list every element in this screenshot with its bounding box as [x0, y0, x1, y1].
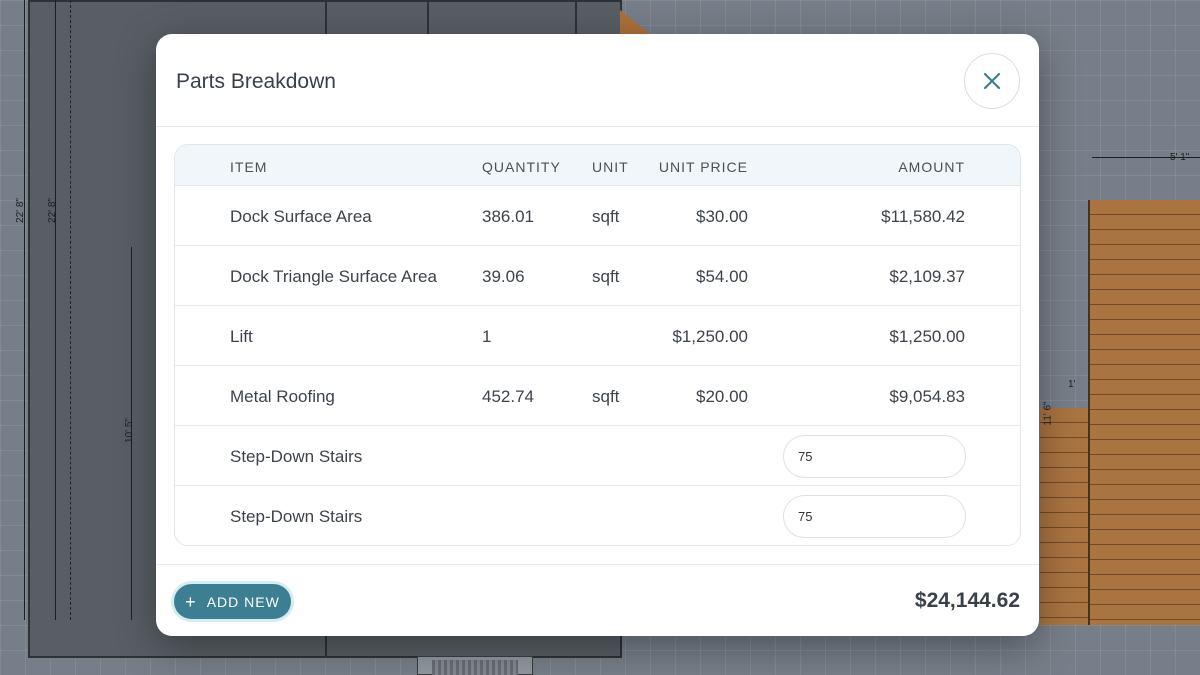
column-header-unit-price: UNIT PRICE	[658, 159, 748, 175]
amount: $2,109.37	[889, 267, 965, 286]
unit-price: $30.00	[696, 207, 748, 226]
item-name: Dock Triangle Surface Area	[230, 267, 437, 286]
table-row[interactable]: Step-Down Stairs	[175, 426, 1020, 486]
modal-footer: + ADD NEW $24,144.62	[156, 564, 1039, 636]
table-row[interactable]: Dock Surface Area 386.01 sqft $30.00 $11…	[175, 186, 1020, 246]
amount-input[interactable]	[783, 435, 966, 478]
item-name: Step-Down Stairs	[230, 507, 363, 526]
table-row[interactable]: Lift 1 $1,250.00 $1,250.00	[175, 306, 1020, 366]
plus-icon: +	[185, 591, 197, 612]
item-name: Metal Roofing	[230, 387, 335, 406]
unit-price: $20.00	[696, 387, 748, 406]
amount-input[interactable]	[783, 495, 966, 538]
total-amount: $24,144.62	[914, 589, 1020, 612]
modal-title: Parts Breakdown	[176, 70, 336, 93]
unit: sqft	[592, 207, 620, 226]
table-row[interactable]: Dock Triangle Surface Area 39.06 sqft $5…	[175, 246, 1020, 306]
quantity: 452.74	[482, 387, 534, 406]
column-header-amount: AMOUNT	[898, 159, 965, 175]
unit-price: $54.00	[696, 267, 748, 286]
item-name: Step-Down Stairs	[230, 447, 363, 466]
table-row[interactable]: Step-Down Stairs	[175, 486, 1020, 545]
column-header-item: ITEM	[230, 159, 268, 175]
quantity: 39.06	[482, 267, 525, 286]
column-header-quantity: QUANTITY	[482, 159, 561, 175]
table-row[interactable]: Metal Roofing 452.74 sqft $20.00 $9,054.…	[175, 366, 1020, 426]
amount: $9,054.83	[889, 387, 965, 406]
unit: sqft	[592, 267, 620, 286]
add-new-label: ADD NEW	[206, 593, 280, 610]
unit-price: $1,250.00	[672, 327, 748, 346]
parts-breakdown-modal: Parts Breakdown ITEM QUANTITY UNIT UNIT …	[156, 34, 1039, 636]
table-header: ITEM QUANTITY UNIT UNIT PRICE AMOUNT	[175, 145, 1020, 186]
parts-table: ITEM QUANTITY UNIT UNIT PRICE AMOUNT Doc…	[174, 144, 1021, 546]
item-name: Lift	[230, 327, 253, 346]
close-icon	[983, 72, 1001, 90]
item-name: Dock Surface Area	[230, 207, 372, 226]
quantity: 1	[482, 327, 492, 346]
column-header-unit: UNIT	[592, 159, 629, 175]
close-button[interactable]	[964, 53, 1020, 109]
amount: $1,250.00	[889, 327, 965, 346]
modal-header: Parts Breakdown	[156, 34, 1039, 127]
amount: $11,580.42	[881, 207, 965, 226]
add-new-button[interactable]: + ADD NEW	[174, 584, 291, 619]
unit: sqft	[592, 387, 620, 406]
quantity: 386.01	[482, 207, 534, 226]
